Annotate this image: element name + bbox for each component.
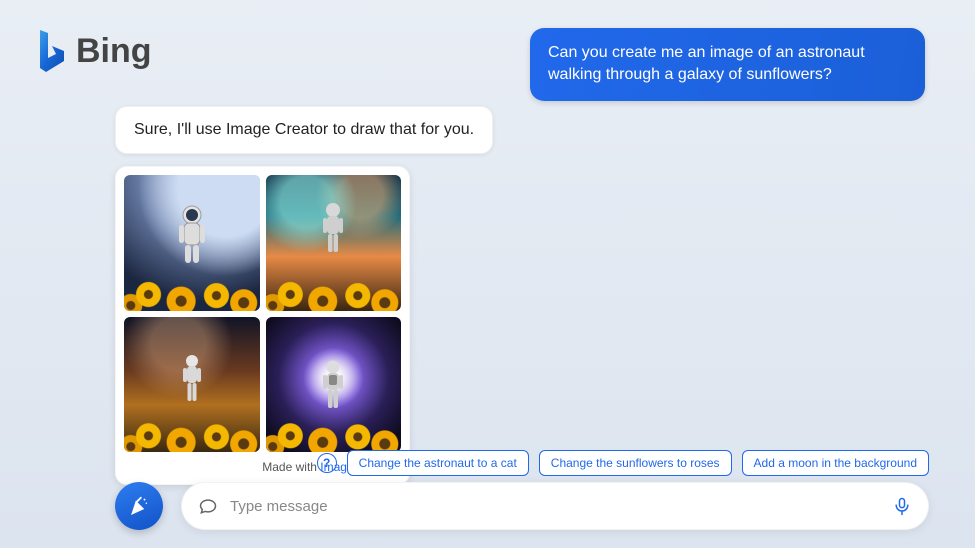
help-icon[interactable]: ?	[317, 453, 337, 473]
microphone-icon[interactable]	[892, 495, 912, 517]
chat-area: Can you create me an image of an astrona…	[115, 28, 935, 448]
assistant-message-text: Sure, I'll use Image Creator to draw tha…	[134, 121, 474, 138]
generated-image-1[interactable]	[124, 175, 260, 311]
image-results-card: Made with Image Creator	[115, 166, 410, 485]
generated-image-3[interactable]	[124, 317, 260, 453]
user-message-bubble: Can you create me an image of an astrona…	[530, 28, 925, 101]
user-message-text: Can you create me an image of an astrona…	[548, 44, 865, 83]
assistant-message-bubble: Sure, I'll use Image Creator to draw tha…	[115, 106, 493, 154]
bing-logo-icon	[34, 28, 68, 74]
image-grid	[124, 175, 401, 452]
generated-image-4[interactable]	[266, 317, 402, 453]
broom-icon	[128, 495, 150, 517]
suggestion-chip-3[interactable]: Add a moon in the background	[742, 450, 929, 476]
attribution-prefix: Made with	[262, 460, 320, 474]
chat-icon	[198, 496, 218, 516]
suggestion-chip-2[interactable]: Change the sunflowers to roses	[539, 450, 732, 476]
suggestion-row: ? Change the astronaut to a cat Change t…	[317, 450, 929, 476]
message-input-container	[181, 482, 929, 530]
suggestion-chip-1[interactable]: Change the astronaut to a cat	[347, 450, 529, 476]
generated-image-2[interactable]	[266, 175, 402, 311]
new-topic-button[interactable]	[115, 482, 163, 530]
message-input[interactable]	[230, 498, 880, 515]
composer	[115, 482, 929, 530]
